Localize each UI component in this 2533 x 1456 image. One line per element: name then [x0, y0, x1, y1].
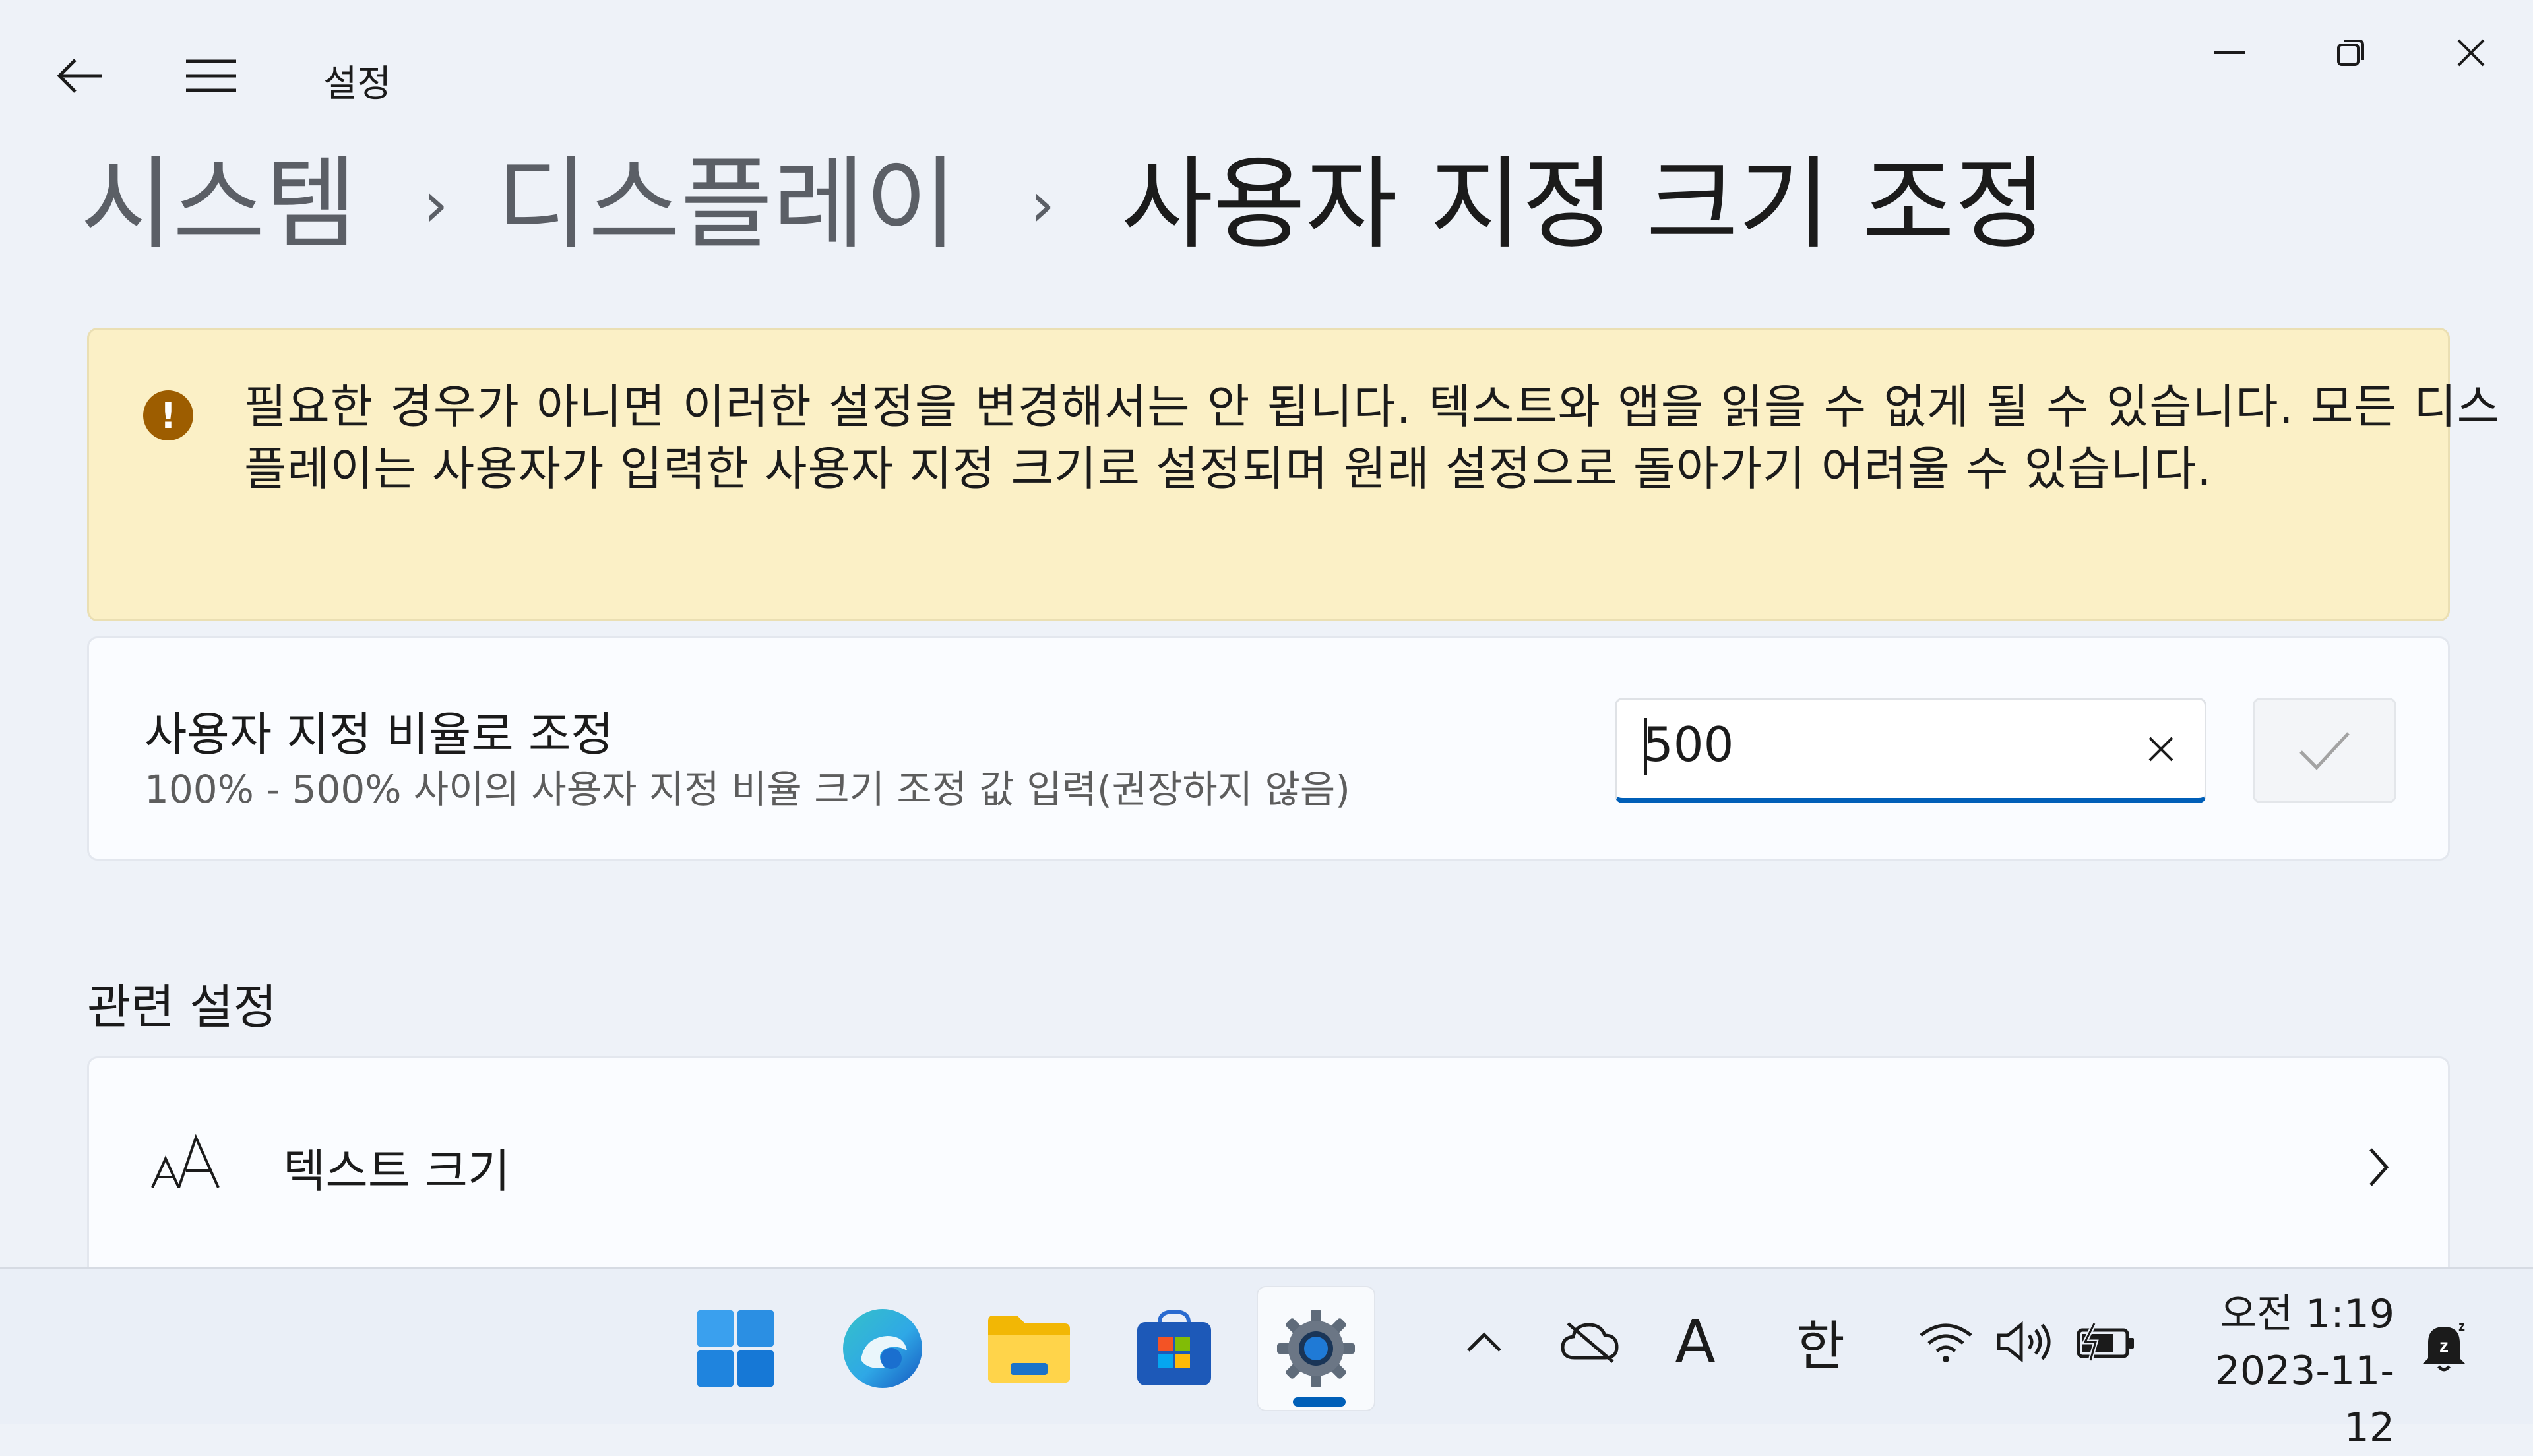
font-size-icon: [151, 1134, 220, 1188]
custom-scale-title: 사용자 지정 비율로 조정: [144, 708, 613, 762]
minimize-icon: [2214, 51, 2245, 54]
text-caret: [1644, 718, 1647, 775]
svg-text:z: z: [2458, 1320, 2465, 1334]
exclamation-icon: !: [143, 390, 193, 440]
chevron-right-icon: [2369, 1148, 2389, 1186]
breadcrumb-display[interactable]: 디스플레이: [496, 154, 957, 255]
close-button[interactable]: [2412, 13, 2530, 92]
custom-scale-description: 100% - 500% 사이의 사용자 지정 비율 크기 조정 값 입력(권장하…: [144, 767, 1350, 812]
edge-button[interactable]: [823, 1286, 942, 1411]
clock-date: 2023-11-12: [2214, 1348, 2394, 1451]
windows-logo-icon: [697, 1310, 774, 1387]
active-app-indicator: [1293, 1397, 1346, 1407]
custom-scale-card: 사용자 지정 비율로 조정 100% - 500% 사이의 사용자 지정 비율 …: [87, 636, 2450, 861]
notification-button[interactable]: z z: [2411, 1312, 2477, 1378]
settings-button[interactable]: [1257, 1286, 1375, 1411]
arrow-left-icon: [57, 59, 102, 93]
ime-mode-indicator[interactable]: A: [1666, 1308, 1725, 1377]
bell-do-not-disturb-icon: z z: [2423, 1320, 2465, 1372]
show-hidden-icons-button[interactable]: [1458, 1312, 1511, 1372]
breadcrumb-system[interactable]: 시스템: [80, 154, 358, 255]
warning-banner: ! 필요한 경우가 아니면 이러한 설정을 변경해서는 안 됩니다. 텍스트와 …: [87, 328, 2499, 621]
confirm-button[interactable]: [2253, 698, 2396, 803]
breadcrumb: 시스템 › 디스플레이 › 사용자 지정 크기 조정: [80, 138, 2047, 270]
edge-icon: [843, 1309, 922, 1388]
svg-text:z: z: [2439, 1335, 2449, 1356]
battery-charging-icon: [2077, 1322, 2134, 1361]
clock-time: 오전 1:19: [2220, 1291, 2394, 1337]
page-title: 사용자 지정 크기 조정: [1121, 146, 2048, 262]
store-button[interactable]: [1115, 1286, 1234, 1411]
scale-input-value[interactable]: 500: [1643, 717, 1734, 772]
chevron-up-icon: [1467, 1332, 1501, 1352]
taskbar: [0, 1267, 2533, 1424]
start-button[interactable]: [676, 1286, 795, 1411]
gear-icon: [1277, 1310, 1355, 1387]
title-bar: 설정: [0, 0, 2533, 132]
file-explorer-button[interactable]: [970, 1286, 1088, 1411]
ime-language-indicator[interactable]: 한: [1788, 1309, 1854, 1377]
network-status-button[interactable]: [1913, 1316, 1979, 1368]
related-settings-heading: 관련 설정: [87, 979, 277, 1035]
store-icon: [1137, 1309, 1211, 1385]
hamburger-icon: [186, 59, 236, 92]
breadcrumb-separator: ›: [423, 167, 449, 241]
warning-text: 필요한 경우가 아니면 이러한 설정을 변경해서는 안 됩니다. 텍스트와 앱을…: [244, 380, 2500, 496]
menu-button[interactable]: [178, 46, 244, 106]
minimize-button[interactable]: [2170, 13, 2289, 92]
onedrive-button[interactable]: [1557, 1312, 1623, 1372]
folder-icon: [988, 1316, 1070, 1383]
back-button[interactable]: [46, 46, 112, 106]
wifi-icon: [1920, 1323, 1972, 1362]
app-title: 설정: [323, 63, 392, 106]
volume-button[interactable]: [1992, 1316, 2058, 1368]
scale-input[interactable]: 500: [1615, 698, 2206, 803]
speaker-icon: [1997, 1321, 2051, 1363]
related-item-text-size[interactable]: 텍스트 크기: [87, 1056, 2450, 1274]
close-icon: [2457, 39, 2485, 67]
checkmark-icon: [2299, 732, 2350, 770]
battery-button[interactable]: [2070, 1316, 2142, 1368]
cloud-offline-icon: [1561, 1322, 1619, 1363]
taskbar-clock[interactable]: 오전 1:19 2023-11-12: [2170, 1286, 2394, 1456]
restore-button[interactable]: [2292, 13, 2410, 92]
breadcrumb-separator: ›: [1030, 167, 1055, 241]
clear-icon[interactable]: [2138, 726, 2184, 772]
related-item-label: 텍스트 크기: [283, 1144, 511, 1198]
restore-icon: [2337, 40, 2364, 66]
